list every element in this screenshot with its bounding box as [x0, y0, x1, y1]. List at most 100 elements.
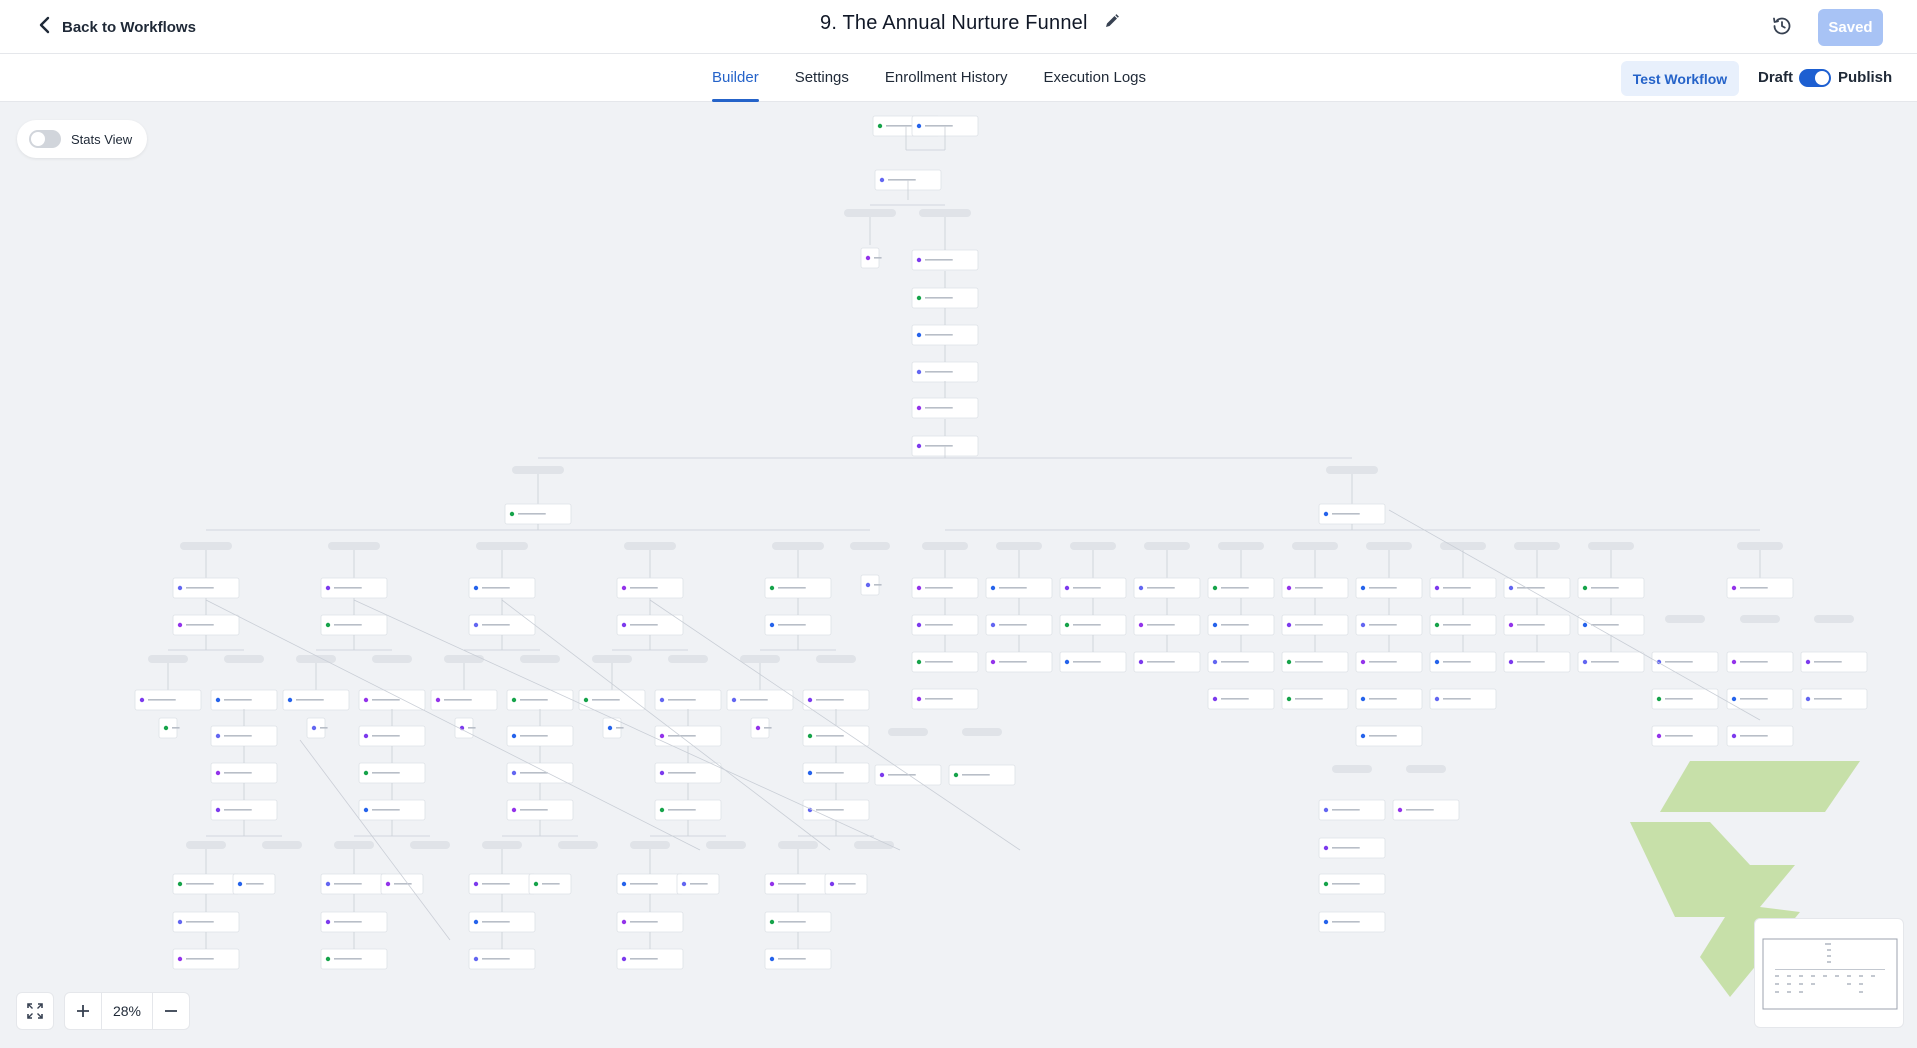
branch-pill	[740, 655, 780, 663]
node-label	[690, 883, 708, 885]
node-label	[1406, 809, 1434, 811]
minus-icon[interactable]	[153, 993, 189, 1029]
node-icon	[621, 919, 627, 925]
history-icon[interactable]	[1770, 14, 1794, 38]
branch-pill	[962, 728, 1002, 736]
node-label	[886, 125, 914, 127]
node-label	[1665, 698, 1693, 700]
node-icon	[659, 697, 665, 703]
node-icon	[1212, 659, 1218, 665]
tab-execution-logs[interactable]: Execution Logs	[1043, 54, 1146, 102]
node-icon	[916, 405, 922, 411]
node-label	[1332, 883, 1360, 885]
node-label	[320, 727, 328, 729]
node-label	[816, 735, 844, 737]
branch-pill	[624, 542, 676, 550]
branch-pill	[888, 728, 928, 736]
node-label	[888, 774, 916, 776]
node-icon	[325, 585, 331, 591]
node-icon	[1138, 622, 1144, 628]
node-icon	[879, 177, 885, 183]
node-icon	[1434, 696, 1440, 702]
node-icon	[1064, 659, 1070, 665]
branch-pill	[482, 841, 522, 849]
node-label	[778, 958, 806, 960]
branch-pill	[1326, 466, 1378, 474]
node-icon	[511, 697, 517, 703]
back-to-workflows-link[interactable]: Back to Workflows	[38, 15, 196, 39]
node-icon	[607, 725, 613, 731]
tab-settings[interactable]: Settings	[795, 54, 849, 102]
node-label	[444, 699, 472, 701]
node-label	[1740, 587, 1768, 589]
stats-view-toggle[interactable]	[29, 130, 61, 148]
node-label	[1147, 661, 1175, 663]
node-icon	[511, 770, 517, 776]
node-label	[925, 334, 953, 336]
node-icon	[1323, 807, 1329, 813]
node-label	[1814, 661, 1842, 663]
node-label	[1740, 661, 1768, 663]
node-icon	[1360, 696, 1366, 702]
tab-bar: Builder Settings Enrollment History Exec…	[0, 54, 1917, 102]
node-label	[1073, 624, 1101, 626]
node-label	[1369, 735, 1397, 737]
node-icon	[1656, 733, 1662, 739]
node-label	[542, 883, 560, 885]
plus-icon[interactable]	[65, 993, 101, 1029]
node-icon	[215, 770, 221, 776]
node-label	[172, 727, 180, 729]
branch-pill	[850, 542, 890, 550]
node-icon	[325, 956, 331, 962]
node-icon	[1508, 585, 1514, 591]
tab-enrollment-history[interactable]: Enrollment History	[885, 54, 1008, 102]
branch-pill	[476, 542, 528, 550]
branch-pill	[919, 209, 971, 217]
node-icon	[533, 881, 539, 887]
node-icon	[1212, 696, 1218, 702]
workflow-canvas[interactable]: Stats View 28%	[0, 102, 1917, 1048]
node-label	[778, 921, 806, 923]
node-icon	[177, 881, 183, 887]
node-label	[778, 587, 806, 589]
node-label	[616, 727, 624, 729]
node-label	[520, 772, 548, 774]
minimap[interactable]	[1754, 918, 1904, 1028]
branch-pill	[1070, 542, 1116, 550]
publish-toggle[interactable]	[1799, 69, 1831, 87]
node-label	[224, 809, 252, 811]
node-label	[1369, 587, 1397, 589]
node-icon	[473, 919, 479, 925]
node-label	[630, 921, 658, 923]
node-icon	[1582, 622, 1588, 628]
node-label	[592, 699, 620, 701]
node-icon	[659, 807, 665, 813]
tab-builder[interactable]: Builder	[712, 54, 759, 102]
node-label	[764, 727, 772, 729]
saved-button[interactable]: Saved	[1818, 9, 1883, 46]
node-icon	[139, 697, 145, 703]
node-icon	[916, 585, 922, 591]
node-label	[925, 371, 953, 373]
node-icon	[916, 696, 922, 702]
node-label	[482, 587, 510, 589]
pencil-icon[interactable]	[1104, 13, 1120, 34]
node-icon	[1286, 622, 1292, 628]
node-label	[334, 587, 362, 589]
node-icon	[1286, 696, 1292, 702]
node-icon	[916, 332, 922, 338]
stats-view-label: Stats View	[71, 131, 133, 147]
node-label	[334, 921, 362, 923]
node-icon	[363, 807, 369, 813]
node-icon	[473, 585, 479, 591]
node-icon	[1360, 585, 1366, 591]
node-icon	[435, 697, 441, 703]
node-icon	[177, 622, 183, 628]
test-workflow-button[interactable]: Test Workflow	[1621, 61, 1739, 96]
node-label	[630, 958, 658, 960]
node-label	[148, 699, 176, 701]
branch-pill	[706, 841, 746, 849]
fit-screen-icon[interactable]	[16, 992, 54, 1030]
node-label	[520, 735, 548, 737]
node-label	[186, 883, 214, 885]
